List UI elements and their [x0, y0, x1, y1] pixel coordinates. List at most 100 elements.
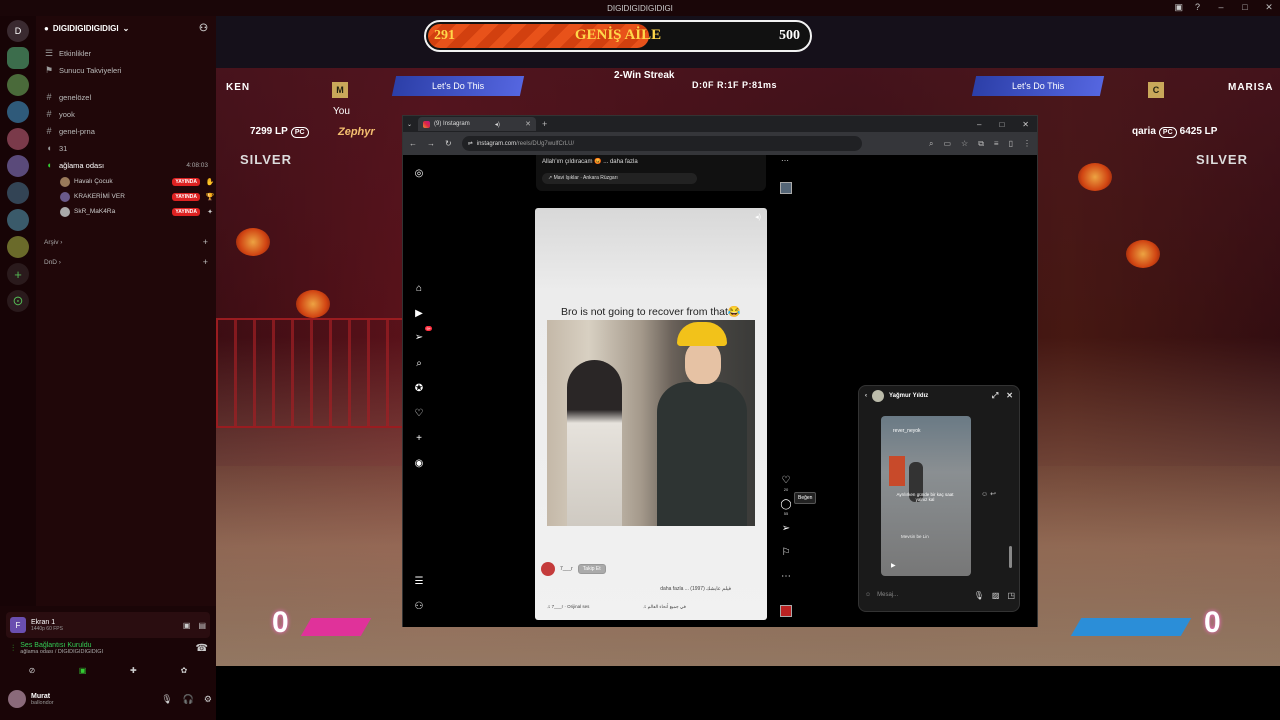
avatar[interactable]: [8, 690, 26, 708]
reel-audio-alt[interactable]: ♫ في جميع أنحاء العالم: [643, 604, 686, 610]
minimize-button[interactable]: –: [1216, 2, 1226, 13]
server-icon[interactable]: [7, 47, 29, 69]
follow-button[interactable]: Takip Et: [577, 564, 606, 574]
message-input[interactable]: ☺ Mesaj... 🎙 ▨ ◳: [865, 586, 1015, 604]
sidebar-icon[interactable]: ▯: [1009, 139, 1013, 149]
media-icon[interactable]: ≡: [994, 139, 999, 149]
avatar[interactable]: [541, 562, 555, 576]
discord-home-icon[interactable]: D: [7, 20, 29, 42]
new-tab-button[interactable]: +: [542, 119, 547, 129]
profile-avatar-icon[interactable]: ◉: [411, 455, 427, 471]
server-icon[interactable]: [7, 236, 29, 258]
heart-icon[interactable]: ♡: [411, 405, 427, 421]
close-button[interactable]: ✕: [1264, 2, 1274, 13]
add-channel-icon[interactable]: +: [203, 237, 208, 247]
explore-icon[interactable]: ✪: [411, 380, 427, 396]
voice-user[interactable]: KRAKERİMİ VER YAYINDA 🏆: [36, 189, 216, 204]
previous-audio-thumb[interactable]: [780, 182, 792, 194]
microphone-icon[interactable]: 🎙: [974, 591, 984, 600]
channel-events[interactable]: ☰ Etkinlikler: [36, 45, 216, 61]
help-icon[interactable]: ?: [1195, 2, 1200, 13]
save-icon[interactable]: ⚐: [782, 547, 791, 559]
inbox-icon[interactable]: ▣: [1174, 2, 1183, 13]
scrollbar[interactable]: [1009, 546, 1012, 568]
address-bar[interactable]: ⇌ instagram.com/reels/DUg7wulfCrLU/: [461, 136, 862, 151]
home-icon[interactable]: ⌂: [411, 280, 427, 296]
messages-icon[interactable]: ➢ 9+: [411, 326, 432, 345]
reel-audio[interactable]: ♫ 7___r · Orijinal ses: [547, 604, 589, 609]
previous-reel[interactable]: Allah'ım çıldıracam 😡 ... daha fazla ↗ M…: [536, 155, 766, 191]
guild-header[interactable]: ● DIGIDIGIDIGIDIGI ⌄ ⚇: [36, 16, 216, 40]
reels-icon[interactable]: ▶: [411, 305, 427, 321]
category-archive[interactable]: Arşiv › +: [36, 233, 216, 251]
tab-menu-icon[interactable]: ⌄: [407, 121, 412, 128]
signal-icon[interactable]: ⫶: [12, 643, 14, 654]
voice-channel[interactable]: ◖ 31: [36, 140, 216, 156]
disconnect-icon[interactable]: ☎: [196, 643, 208, 654]
more-options-icon[interactable]: ⋯: [781, 156, 789, 165]
voice-user[interactable]: SkR_MaK4Ra YAYINDA ✦: [36, 204, 216, 219]
meta-icon[interactable]: ⚇: [411, 598, 427, 614]
add-member-icon[interactable]: ⚇: [199, 23, 208, 34]
dm-contact-name[interactable]: Yağmur Yıldız: [889, 393, 928, 399]
author-name[interactable]: 7___r: [560, 566, 573, 572]
expand-icon[interactable]: ⤢: [992, 391, 998, 401]
reel-description[interactable]: daha fazla ... (1997) فيلم عايشك: [660, 586, 731, 592]
voice-channel-active[interactable]: ◖ ağlama odası 4:08:03: [36, 157, 216, 173]
react-icon[interactable]: ☺ ↩: [981, 490, 996, 498]
shared-reel[interactable]: rever_neyok Ayrılırken günde bir kaç saa…: [881, 416, 971, 576]
stream-settings-icon[interactable]: ▤: [198, 621, 206, 630]
maximize-button[interactable]: □: [1240, 2, 1250, 13]
channel-boosts[interactable]: ⚑ Sunucu Takviyeleri: [36, 62, 216, 78]
mute-icon[interactable]: ◂): [755, 213, 761, 221]
reload-icon[interactable]: ↻: [445, 139, 452, 148]
back-icon[interactable]: ←: [409, 139, 417, 148]
instagram-logo-icon[interactable]: ◎: [411, 165, 427, 181]
extensions-icon[interactable]: ⧉: [978, 139, 984, 149]
maximize-button[interactable]: □: [999, 120, 1004, 129]
server-icon[interactable]: [7, 182, 29, 204]
close-tab-icon[interactable]: ✕: [525, 120, 531, 128]
image-icon[interactable]: ▨: [992, 591, 1000, 600]
voice-user[interactable]: Havalı Çocuk YAYINDA ✋: [36, 174, 216, 189]
comment-icon[interactable]: ◯: [780, 499, 791, 511]
share-icon[interactable]: ➢: [782, 523, 790, 535]
emoji-icon[interactable]: ☺: [865, 592, 871, 598]
browser-tab[interactable]: (9) Instagram ◂) ✕: [418, 117, 537, 131]
zoom-icon[interactable]: ⌕: [929, 139, 933, 149]
camera-off-icon[interactable]: ⊘: [12, 666, 52, 680]
server-icon[interactable]: [7, 155, 29, 177]
activities-icon[interactable]: ✚: [113, 666, 153, 680]
server-icon[interactable]: [7, 74, 29, 96]
search-icon[interactable]: ⌕: [411, 355, 427, 371]
sticker-icon[interactable]: ◳: [1007, 591, 1015, 600]
forward-icon[interactable]: →: [427, 139, 435, 148]
discover-icon[interactable]: ⊙: [7, 290, 29, 312]
server-icon[interactable]: [7, 209, 29, 231]
stop-stream-icon[interactable]: ▣: [183, 621, 191, 630]
minimize-button[interactable]: –: [977, 120, 981, 129]
menu-icon[interactable]: ☰: [411, 573, 427, 589]
microphone-icon[interactable]: 🎙: [161, 694, 172, 705]
menu-icon[interactable]: ⋮: [1023, 139, 1031, 149]
audio-icon[interactable]: ◂): [495, 121, 500, 128]
bookmark-star-icon[interactable]: ☆: [961, 139, 968, 149]
audio-thumb[interactable]: [780, 605, 792, 617]
share-screen-icon[interactable]: ▣: [63, 666, 103, 680]
text-channel[interactable]: # yook: [36, 106, 216, 122]
server-icon[interactable]: [7, 128, 29, 150]
reel-video[interactable]: ◂) Bro is not going to recover from that…: [535, 208, 767, 620]
server-icon[interactable]: [7, 101, 29, 123]
soundboard-icon[interactable]: ✿: [164, 666, 204, 680]
site-info-icon[interactable]: ⇌: [468, 140, 473, 147]
cast-icon[interactable]: ▭: [943, 139, 951, 149]
previous-reel-audio[interactable]: ↗ Mavi Işıklar · Ankara Rüzgarı: [542, 173, 697, 184]
headphones-icon[interactable]: 🎧: [183, 694, 194, 705]
add-channel-icon[interactable]: +: [203, 257, 208, 267]
close-button[interactable]: ✕: [1022, 120, 1029, 129]
gear-icon[interactable]: ⚙: [204, 694, 212, 705]
back-icon[interactable]: ‹: [865, 393, 867, 399]
text-channel[interactable]: # genelözel: [36, 89, 216, 105]
more-options-icon[interactable]: ⋯: [781, 571, 791, 583]
create-icon[interactable]: +: [411, 430, 427, 446]
